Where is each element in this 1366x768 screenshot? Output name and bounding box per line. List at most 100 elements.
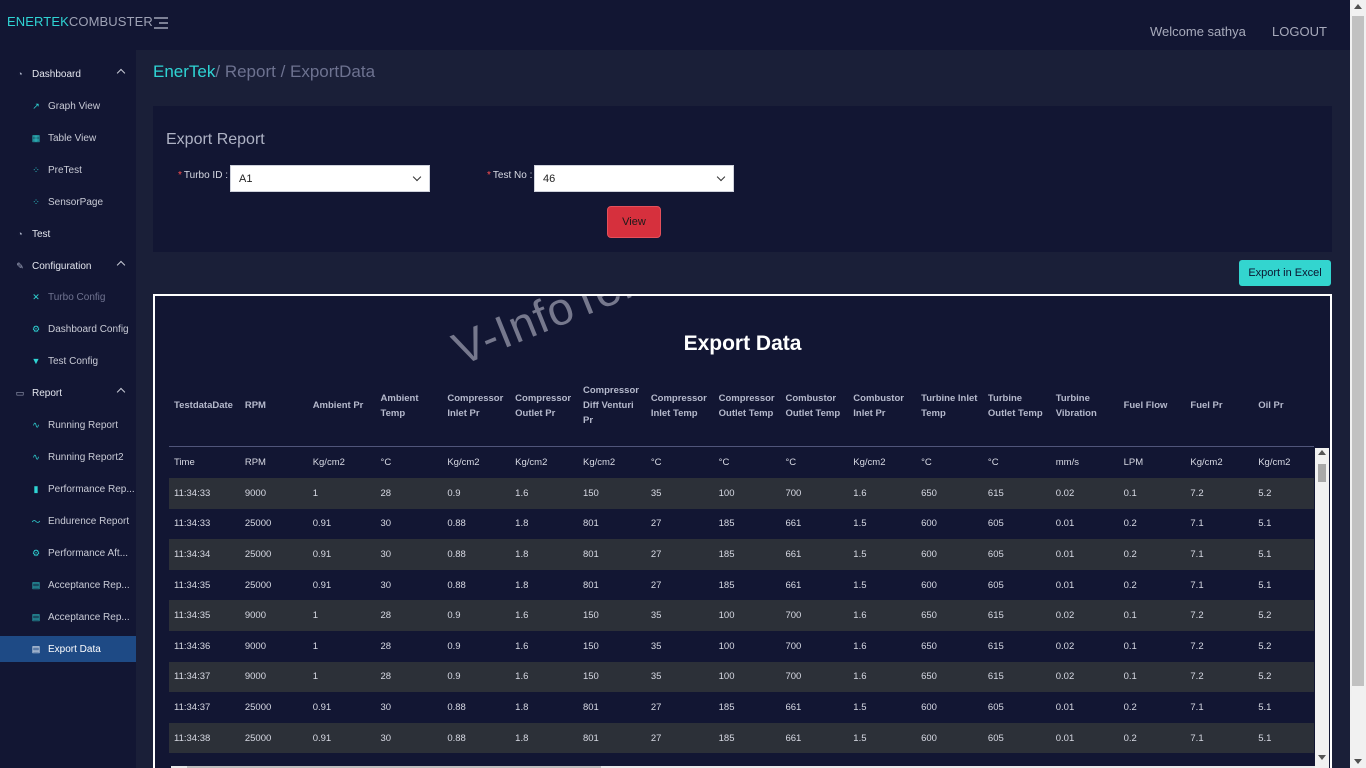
table-cell: 0.02 [1050, 600, 1119, 631]
table-cell: 0.01 [1050, 722, 1119, 754]
column-header: Turbine Inlet Temp [916, 366, 983, 447]
chevron-up-icon [116, 387, 126, 397]
table-cell: 25000 [239, 722, 308, 754]
table-cell: 11:34:35 [174, 579, 211, 591]
table-cell: 700 [780, 600, 849, 631]
sidebar-item-test-config[interactable]: ▼ Test Config [0, 348, 136, 374]
sidebar-item-acceptance-report-2[interactable]: ▤ Acceptance Rep... [0, 604, 136, 630]
filter-icon: ▼ [31, 356, 41, 366]
menu-toggle-icon[interactable] [154, 17, 168, 29]
table-cell: 801 [577, 722, 646, 754]
table-cell: 0.91 [312, 518, 332, 530]
logout-button[interactable]: LOGOUT [1272, 24, 1327, 39]
sidebar-item-export-data[interactable]: ▤ Export Data [0, 636, 136, 662]
sidebar-item-pretest[interactable]: ⁘ PreTest [0, 157, 136, 183]
sidebar-item-report[interactable]: ▭ Report [0, 380, 136, 406]
table-cell: 605 [987, 579, 1004, 591]
page-scrollbar[interactable] [1350, 0, 1366, 768]
breadcrumb-root[interactable]: EnerTek [153, 62, 215, 81]
export-table-container[interactable]: TestdataDate RPM Ambient Pr Ambient Temp Com… [169, 366, 1314, 768]
sidebar-item-label: Test [32, 228, 51, 240]
chevron-up-icon [116, 68, 126, 78]
table-cell: 11:34:34 [169, 539, 240, 570]
turbo-id-value: A1 [239, 173, 253, 185]
sidebar-item-endurence-report[interactable]: 〜 Endurence Report [0, 508, 136, 534]
gauge-icon: ◔ [17, 69, 23, 79]
table-vertical-scrollbar[interactable] [1315, 448, 1329, 768]
sidebar-item-running-report2[interactable]: ∿ Running Report2 [0, 444, 136, 470]
sidebar-item-running-report[interactable]: ∿ Running Report [0, 412, 136, 438]
sidebar-item-graph-view[interactable]: ↗ Graph View [0, 93, 136, 119]
sidebar-item-configuration[interactable]: ✎ Configuration [0, 253, 136, 279]
table-icon: ▤ [31, 611, 41, 622]
table-cell: 1.8 [510, 722, 578, 754]
table-cell: 30 [380, 701, 392, 713]
table-cell: 1.6 [510, 600, 578, 631]
sidebar-item-label: Running Report [48, 419, 119, 431]
sidebar-item-label: Test Config [48, 355, 99, 367]
export-excel-button[interactable]: Export in Excel [1239, 260, 1331, 286]
table-cell: 25000 [239, 539, 308, 570]
sidebar-item-label: Report [32, 387, 63, 399]
scroll-up-icon[interactable] [1318, 450, 1326, 455]
column-header: RPM [239, 366, 308, 447]
scroll-thumb[interactable] [1352, 16, 1364, 686]
sidebar-item-table-view[interactable]: ▦ Table View [0, 125, 136, 151]
sidebar-item-dashboard-config[interactable]: ⚙ Dashboard Config [0, 316, 136, 342]
sidebar-item-turbo-config[interactable]: ✕ Turbo Config [0, 284, 136, 310]
sidebar-item-dashboard[interactable]: ◔ Dashboard [0, 61, 136, 87]
table-cell: 0.88 [447, 579, 466, 591]
folder-icon: ▭ [15, 387, 25, 398]
sidebar-item-test[interactable]: ◔ Test [0, 221, 136, 247]
table-cell: 150 [577, 478, 646, 509]
sidebar-item-label: Acceptance Rep... [48, 579, 130, 591]
unit-cell: °C [650, 456, 662, 468]
view-button[interactable]: View [607, 206, 661, 238]
table-cell: 600 [916, 722, 983, 754]
turbo-id-select[interactable]: A1 [230, 165, 430, 192]
brand-secondary: COMBUSTER [68, 14, 153, 29]
table-cell: 0.9 [442, 478, 511, 509]
table-cell: 1 [307, 600, 376, 631]
table-icon: ▦ [31, 132, 41, 143]
gauge-icon: ◔ [17, 229, 23, 239]
table-cell: 5.1 [1258, 701, 1272, 713]
table-cell: 661 [780, 539, 849, 570]
sidebar-item-performance-after[interactable]: ⚙ Performance Aft... [0, 540, 136, 566]
sidebar-item-sensorpage[interactable]: ⁘ SensorPage [0, 189, 136, 215]
table-cell: 25000 [244, 701, 272, 713]
table-cell: 28 [380, 640, 392, 652]
unit-cell: °C [987, 456, 999, 468]
sidebar-item-performance-report[interactable]: ▮ Performance Rep... [0, 476, 136, 502]
table-cell: 1.8 [515, 518, 529, 530]
table-cell: 0.88 [447, 518, 466, 530]
scroll-down-icon[interactable] [1318, 755, 1326, 760]
table-cell: 9000 [244, 640, 266, 652]
table-cell: 605 [982, 722, 1051, 754]
table-cell: 1.5 [853, 579, 867, 591]
table-cell: 0.91 [312, 701, 332, 713]
table-cell: 1.6 [853, 640, 867, 652]
table-cell: 30 [375, 539, 443, 570]
table-row: 11:34:35 25000 0.91 30 0.88 1.8 801 27 185 661 1.5… [169, 570, 1314, 601]
breadcrumb-path: / Report / ExportData [215, 62, 376, 81]
sidebar-item-acceptance-report-1[interactable]: ▤ Acceptance Rep... [0, 572, 136, 598]
table-row: 11:34:38 25000 0.91 30 0.88 1.8 801 27 185 661 1.5… [169, 722, 1314, 754]
scroll-thumb[interactable] [1318, 464, 1326, 482]
card-title: Export Report [166, 131, 265, 148]
column-header: Oil Pr [1253, 366, 1314, 447]
sidebar-item-label: PreTest [48, 164, 82, 176]
table-cell: 28 [375, 661, 443, 693]
scroll-down-icon[interactable] [1354, 759, 1362, 764]
table-cell: 28 [375, 478, 443, 509]
unit-cell: Kg/cm2 [1190, 456, 1223, 468]
table-cell: 11:34:36 [174, 640, 211, 652]
scroll-up-icon[interactable] [1354, 4, 1362, 9]
brand-logo[interactable]: ENERTEKCOMBUSTER [7, 14, 153, 29]
test-no-label: * Test No : [487, 170, 533, 181]
table-cell: 1.5 [848, 539, 917, 570]
table-cell: 9000 [239, 600, 308, 631]
export-data-table: TestdataDate RPM Ambient Pr Ambient Temp Com… [169, 366, 1314, 754]
test-no-select[interactable]: 46 [534, 165, 734, 192]
table-cell: 0.88 [447, 701, 466, 713]
